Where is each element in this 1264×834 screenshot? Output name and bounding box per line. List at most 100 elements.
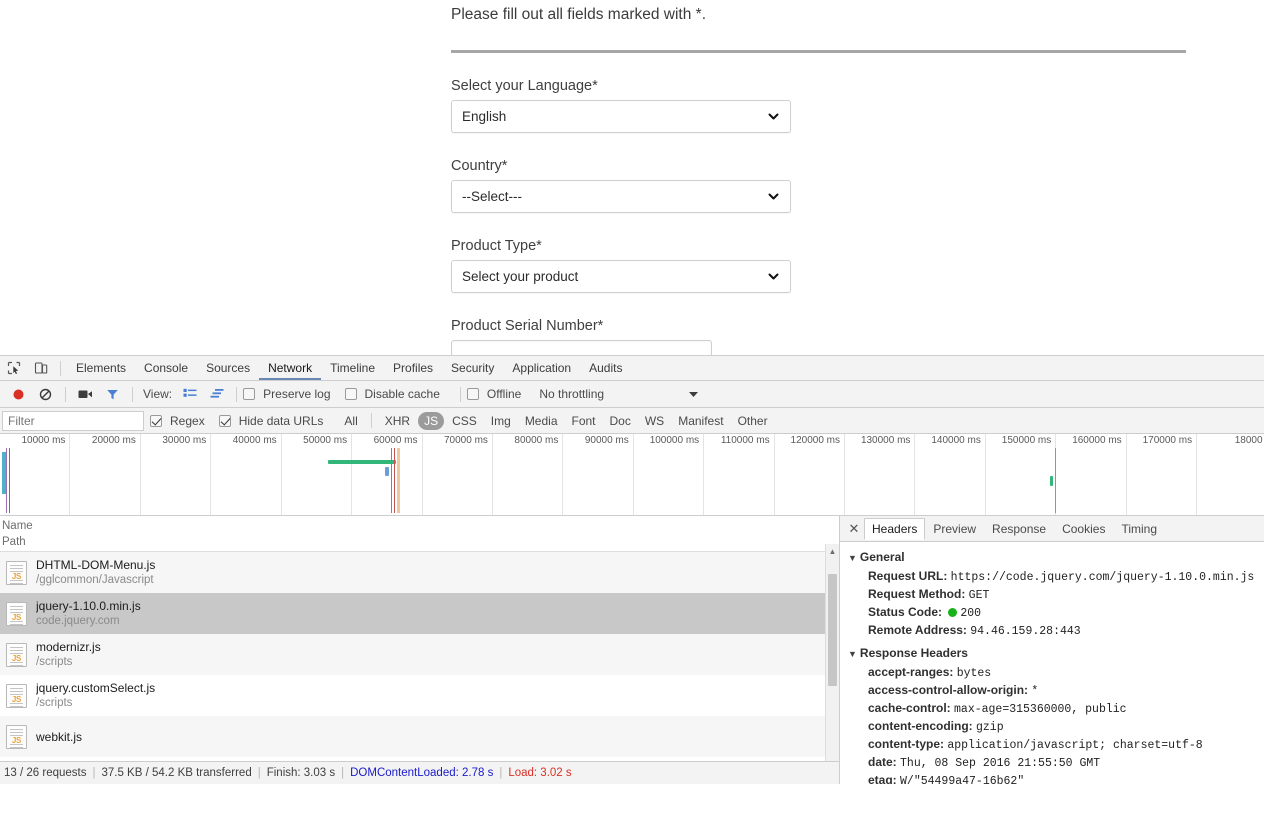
filter-type-manifest[interactable]: Manifest [672,412,729,430]
network-filterbar: Regex Hide data URLs All XHR JS CSS Img … [0,408,1264,434]
toolbar-divider [60,360,61,376]
tab-profiles[interactable]: Profiles [384,356,442,380]
device-toolbar-icon[interactable] [27,356,54,380]
chevron-down-icon [767,110,780,123]
filter-type-xhr[interactable]: XHR [379,412,416,430]
view-list-icon[interactable] [176,382,203,406]
tab-audits[interactable]: Audits [580,356,631,380]
tab-network[interactable]: Network [259,356,322,380]
request-list-pane: Name Path DHTML-DOM-Menu.js/gglcommon/Ja… [0,516,840,784]
overview-tick-label: 18000 [1234,435,1263,446]
support-form: Please fill out all fields marked with *… [451,0,1191,355]
request-row[interactable]: webkit.js [0,716,839,757]
column-header-name[interactable]: Name [2,518,839,534]
preserve-log-checkbox[interactable]: Preserve log [243,387,334,401]
general-section-title[interactable]: ▼ General [848,549,1264,566]
details-tab-timing[interactable]: Timing [1113,518,1165,540]
chevron-down-icon[interactable] [680,382,707,406]
details-tab-headers[interactable]: Headers [864,518,926,540]
disable-cache-checkbox[interactable]: Disable cache [344,387,444,401]
general-header-list: Request URL: https://code.jquery.com/jqu… [848,568,1264,640]
filter-funnel-icon[interactable] [99,382,126,406]
filter-type-all[interactable]: All [338,412,363,430]
header-value: max-age=315360000, public [954,703,1127,716]
filter-type-css[interactable]: CSS [446,412,483,430]
column-header-path[interactable]: Path [2,534,839,550]
devtools-tabbar: Elements Console Sources Network Timelin… [0,356,1264,381]
request-name: modernizr.js [36,640,101,654]
tab-application[interactable]: Application [503,356,580,380]
header-key: Request URL: [868,569,951,583]
filter-type-ws[interactable]: WS [639,412,670,430]
response-headers-section-title[interactable]: ▼ Response Headers [848,645,1264,662]
checkbox-box [243,388,256,400]
filter-type-js[interactable]: JS [418,411,445,430]
network-toolbar: View: Preserve log Disable cache Offline… [0,381,1264,408]
overview-marker [394,448,395,513]
filter-input[interactable] [2,410,144,431]
tab-security[interactable]: Security [442,356,503,380]
request-row[interactable]: DHTML-DOM-Menu.js/gglcommon/Javascript [0,552,839,593]
overview-marker [391,448,392,513]
network-overview-timeline[interactable]: 18000 170000 ms 160000 ms 150000 ms 140000 m… [0,434,1264,516]
language-select[interactable]: English [451,100,791,133]
header-line: Remote Address: 94.46.159.28:443 [848,622,1264,640]
request-row[interactable]: modernizr.js/scripts [0,634,839,675]
request-name: jquery-1.10.0.min.js [36,599,141,613]
request-list-scrollbar[interactable]: ▲ ▼ [825,544,839,784]
regex-checkbox[interactable]: Regex [150,414,209,428]
overview-tick-label: 170000 ms [1142,435,1193,446]
tab-console[interactable]: Console [135,356,197,380]
filter-type-other[interactable]: Other [732,412,774,430]
country-select[interactable]: --Select--- [451,180,791,213]
header-line: content-encoding: gzip [848,718,1264,736]
triangle-down-icon: ▼ [848,649,857,659]
toolbar-divider [236,386,238,402]
header-key: accept-ranges: [868,665,957,679]
network-split-pane: Name Path DHTML-DOM-Menu.js/gglcommon/Ja… [0,516,1264,784]
filter-type-font[interactable]: Font [566,412,602,430]
toolbar-divider [370,413,372,428]
overview-tick-label: 90000 ms [584,435,629,446]
header-value: application/javascript; charset=utf-8 [947,739,1203,752]
status-ok-dot-icon [948,608,958,617]
disable-cache-label: Disable cache [364,387,440,401]
capture-screenshots-icon[interactable] [72,382,99,406]
header-key: cache-control: [868,701,955,715]
form-instructions: Please fill out all fields marked with *… [451,6,707,23]
tab-elements[interactable]: Elements [67,356,135,380]
filter-type-media[interactable]: Media [519,412,564,430]
hide-data-urls-checkbox[interactable]: Hide data URLs [218,414,328,428]
tab-timeline[interactable]: Timeline [321,356,384,380]
scroll-up-icon[interactable]: ▲ [826,544,839,558]
scrollbar-thumb[interactable] [828,574,837,686]
status-finish: Finish: 3.03 s [266,767,336,779]
filter-type-doc[interactable]: Doc [604,412,637,430]
offline-checkbox[interactable]: Offline [466,387,525,401]
clear-icon[interactable] [32,382,59,406]
overview-marker [1055,448,1056,513]
tab-sources[interactable]: Sources [197,356,259,380]
response-header-list: accept-ranges: bytes access-control-allow… [848,664,1264,784]
header-value: GET [968,589,990,602]
details-tab-preview[interactable]: Preview [925,518,984,540]
request-row[interactable]: jquery-1.10.0.min.js code.jquery.com [0,593,839,634]
chevron-down-icon [767,190,780,203]
throttling-value[interactable]: No throttling [539,387,604,401]
details-tab-response[interactable]: Response [984,518,1054,540]
network-status-bar: 13 / 26 requests | 37.5 KB / 54.2 KB tra… [0,761,839,784]
language-select-value: English [462,109,507,124]
inspect-element-icon[interactable] [0,356,27,380]
header-line: cache-control: max-age=315360000, public [848,700,1264,718]
record-icon[interactable] [5,382,32,406]
product-type-select[interactable]: Select your product [451,260,791,293]
overview-tick-label: 50000 ms [303,435,348,446]
details-tab-cookies[interactable]: Cookies [1054,518,1113,540]
view-waterfall-icon[interactable] [203,382,230,406]
close-icon[interactable]: ✕ [844,519,864,539]
header-value: 94.46.159.28:443 [970,625,1081,638]
preserve-log-label: Preserve log [263,387,331,401]
request-row[interactable]: jquery.customSelect.js/scripts [0,675,839,716]
filter-type-img[interactable]: Img [485,412,517,430]
serial-number-input[interactable] [451,340,712,355]
